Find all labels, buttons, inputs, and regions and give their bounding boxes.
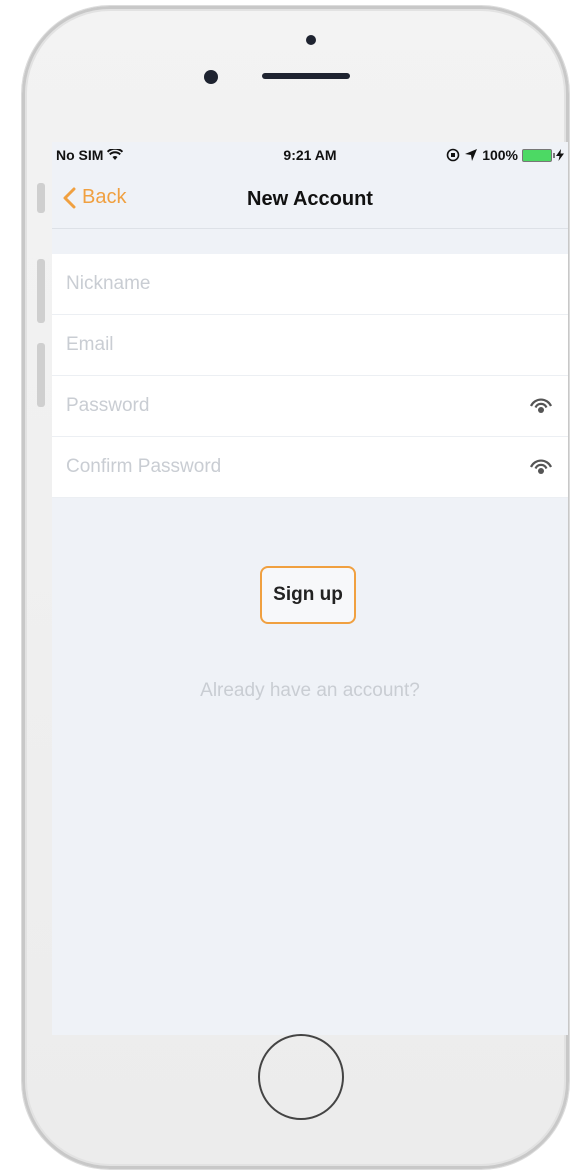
password-row (52, 375, 568, 437)
charging-bolt-icon (556, 149, 564, 161)
battery-icon (522, 148, 555, 162)
location-arrow-icon (465, 149, 478, 161)
battery-percent: 100% (482, 147, 518, 163)
volume-up-button (37, 259, 45, 323)
earpiece-speaker (262, 73, 350, 79)
signup-form (52, 253, 568, 498)
navigation-bar: Back New Account (52, 168, 568, 229)
show-password-eye-icon[interactable] (528, 394, 554, 418)
email-input[interactable] (52, 314, 488, 376)
orientation-lock-icon (446, 148, 460, 162)
already-have-account-link[interactable]: Already have an account? (52, 680, 568, 702)
mute-switch (37, 183, 45, 213)
signup-button[interactable]: Sign up (260, 566, 356, 624)
status-right: 100% (446, 147, 564, 163)
front-camera (204, 70, 218, 84)
proximity-sensor (306, 35, 316, 45)
nickname-input[interactable] (52, 253, 488, 315)
home-button[interactable] (258, 1034, 344, 1120)
confirm-password-row (52, 436, 568, 498)
email-row (52, 314, 568, 376)
password-input[interactable] (52, 375, 488, 437)
app-screen: No SIM 9:21 AM 100% Back New Account Nic… (52, 142, 568, 1035)
status-bar: No SIM 9:21 AM 100% (52, 142, 568, 168)
show-confirm-password-eye-icon[interactable] (528, 455, 554, 479)
nickname-row (52, 253, 568, 315)
confirm-password-input[interactable] (52, 436, 488, 498)
page-title: New Account (247, 188, 373, 210)
volume-down-button (37, 343, 45, 407)
